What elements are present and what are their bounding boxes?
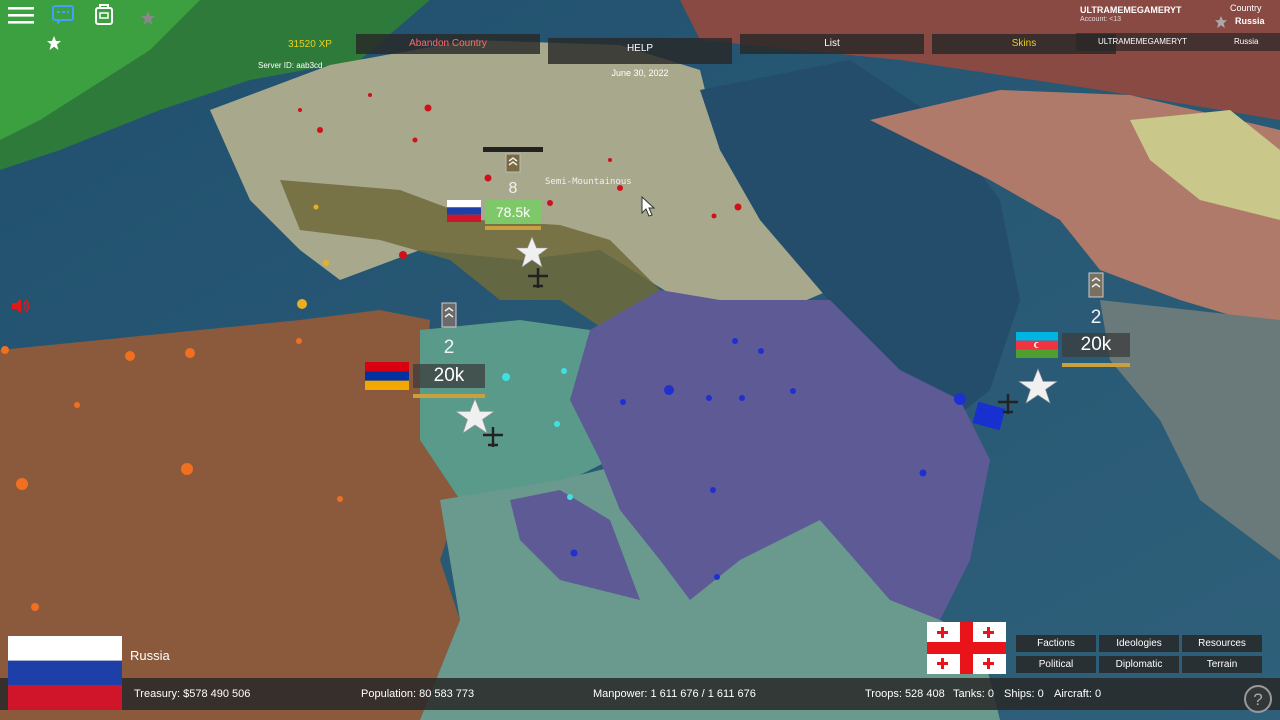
russia-rank-icon: [505, 153, 521, 173]
chat-icon[interactable]: [52, 4, 74, 26]
armenia-unit-flag: [365, 362, 409, 390]
selected-country-name: Russia: [130, 648, 170, 663]
azerbaijan-unit-strength[interactable]: 20k: [1062, 333, 1130, 357]
russia-unit-count: 8: [508, 180, 518, 197]
cursor-icon: [640, 195, 656, 218]
azerbaijan-aircraft-icon[interactable]: [995, 392, 1021, 416]
terrain-label: Semi-Mountainous: [545, 177, 632, 187]
russia-general-bar: [483, 147, 543, 152]
azerbaijan-unit-flag: [1016, 332, 1058, 358]
ships-stat: Ships: 0: [1004, 688, 1044, 700]
russia-unit-strength[interactable]: 78.5k: [485, 200, 541, 224]
help-button[interactable]: HELP: [548, 38, 732, 64]
backpack-icon[interactable]: [94, 3, 114, 25]
tab-terrain[interactable]: Terrain: [1182, 656, 1262, 673]
russia-strength-bar: [485, 226, 541, 230]
troops-stat: Troops: 528 408: [865, 688, 945, 700]
player-row[interactable]: ULTRAMEMEGAMERYT Russia: [1076, 33, 1280, 51]
russia-aircraft-icon[interactable]: [525, 266, 551, 290]
help-icon[interactable]: ?: [1243, 684, 1273, 714]
menu-icon[interactable]: [8, 5, 34, 25]
player-name-top: ULTRAMEMEGAMERYT: [1080, 5, 1182, 15]
server-id: Server ID: aab3cd: [258, 61, 323, 70]
player-country: Russia: [1234, 37, 1259, 46]
manpower-stat: Manpower: 1 611 676 / 1 611 676: [593, 688, 756, 700]
game-map[interactable]: [0, 0, 1280, 720]
aircraft-stat: Aircraft: 0: [1054, 688, 1102, 700]
tab-ideologies[interactable]: Ideologies: [1099, 635, 1179, 652]
tab-diplomatic[interactable]: Diplomatic: [1099, 656, 1179, 673]
russia-capital-star-icon: [515, 236, 549, 268]
armenia-unit-count: 2: [443, 337, 455, 358]
armenia-rank-icon: [441, 302, 457, 328]
list-button[interactable]: List: [740, 34, 924, 54]
armenia-aircraft-icon[interactable]: [480, 425, 506, 449]
azerbaijan-strength-bar: [1062, 363, 1130, 367]
favorite-star-icon[interactable]: [46, 35, 62, 51]
stats-bar: Treasury: $578 490 506 Population: 80 58…: [0, 678, 1280, 710]
game-date: June 30, 2022: [611, 68, 669, 78]
selected-country-flag-overlay: [8, 678, 122, 710]
population-stat: Population: 80 583 773: [361, 688, 475, 700]
armenia-unit-strength[interactable]: 20k: [413, 364, 485, 388]
treasury-stat: Treasury: $578 490 506: [134, 688, 251, 700]
svg-text:?: ?: [1253, 690, 1262, 709]
tab-political[interactable]: Political: [1016, 656, 1096, 673]
russia-unit-flag: [447, 200, 481, 222]
abandon-country-button[interactable]: Abandon Country: [356, 34, 540, 54]
tab-resources[interactable]: Resources: [1182, 635, 1262, 652]
country-star-icon: [1214, 15, 1228, 29]
azerbaijan-unit-count: 2: [1090, 307, 1102, 328]
speaker-icon[interactable]: [10, 296, 32, 316]
azerbaijan-rank-icon: [1088, 272, 1104, 298]
country-heading: Country: [1230, 3, 1262, 13]
player-name: ULTRAMEMEGAMERYT: [1098, 37, 1188, 46]
azerbaijan-capital-star-icon: [1018, 368, 1058, 404]
tanks-stat: Tanks: 0: [953, 688, 994, 700]
hover-country-flag[interactable]: [927, 622, 1006, 674]
xp-counter: 31520 XP: [288, 39, 332, 50]
tab-factions[interactable]: Factions: [1016, 635, 1096, 652]
country-name-top: Russia: [1235, 16, 1265, 26]
account-age: Account: <13: [1080, 16, 1122, 23]
star-icon[interactable]: [140, 10, 156, 26]
